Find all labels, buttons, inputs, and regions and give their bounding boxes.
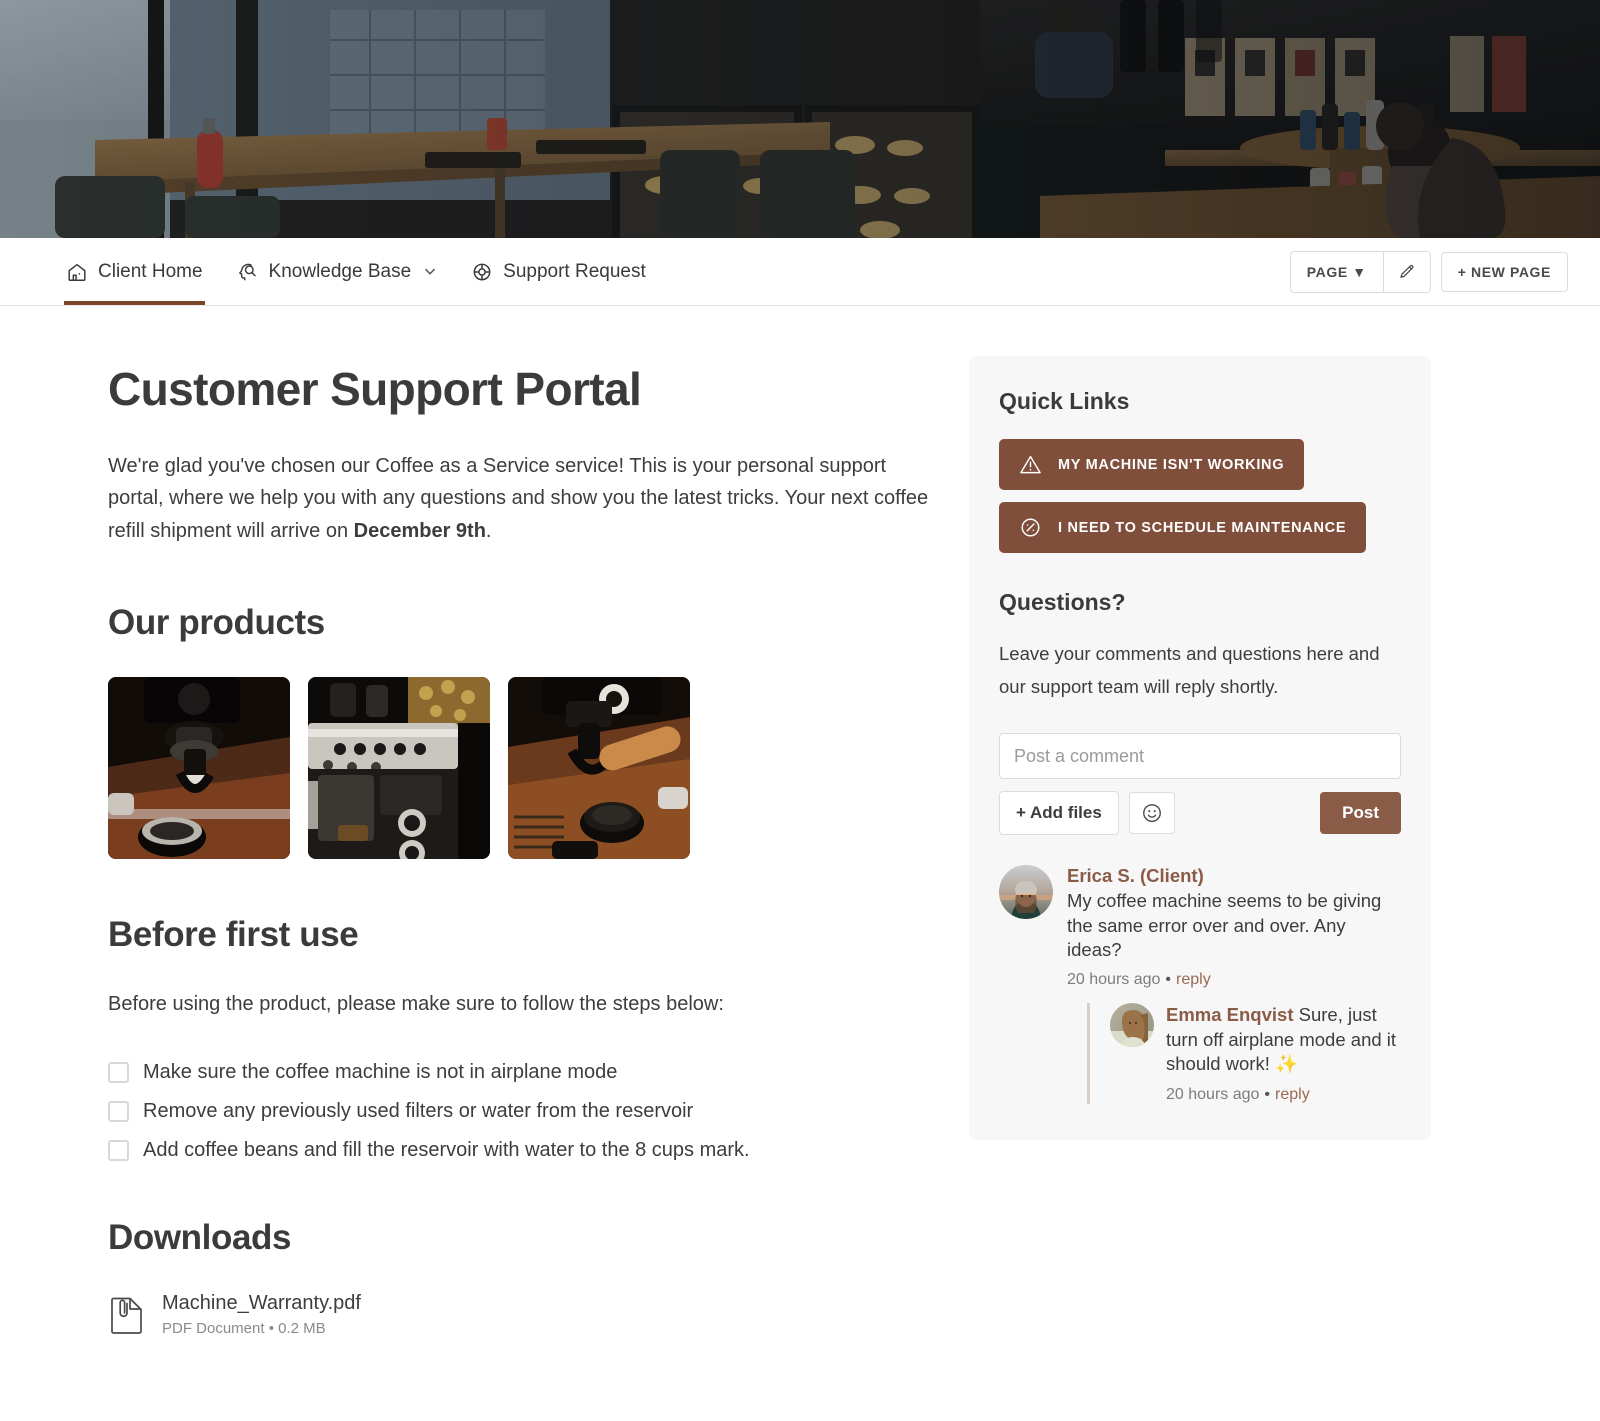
checklist-item[interactable]: Add coffee beans and fill the reservoir … <box>108 1139 940 1162</box>
reply-body: Emma Enqvist Sure, just turn off airplan… <box>1166 1003 1401 1103</box>
checklist-item-label: Make sure the coffee machine is not in a… <box>143 1061 618 1084</box>
reply-timestamp: 20 hours ago <box>1166 1085 1260 1103</box>
quick-links-title: Quick Links <box>999 388 1130 414</box>
sidebar-column: Quick Links MY MACHINE ISN'T WORKING I N… <box>940 306 1460 1140</box>
intro-shipment-date: December 9th <box>353 519 486 542</box>
product-image-1[interactable] <box>108 677 290 860</box>
quick-link-schedule-maintenance[interactable]: I NEED TO SCHEDULE MAINTENANCE <box>999 502 1367 553</box>
espresso-portafilter-photo <box>108 677 290 860</box>
checklist-item[interactable]: Remove any previously used filters or wa… <box>108 1100 940 1123</box>
nav-item-client-home[interactable]: Client Home <box>64 238 205 305</box>
sidebar-card: Quick Links MY MACHINE ISN'T WORKING I N… <box>969 356 1431 1140</box>
sparkles-emoji: ✨ <box>1275 1053 1299 1075</box>
avatar-emma <box>1110 1003 1154 1048</box>
products-heading: Our products <box>108 603 325 643</box>
download-file-meta: PDF Document • 0.2 MB <box>162 1320 326 1338</box>
page-button-group: PAGE ▼ <box>1289 250 1431 293</box>
avatar-erica <box>999 865 1053 920</box>
page-body: Customer Support Portal We're glad you'v… <box>0 306 1600 1337</box>
nav-label-knowledge-base: Knowledge Base <box>268 260 412 282</box>
avatar <box>999 865 1053 920</box>
quick-link-label: MY MACHINE ISN'T WORKING <box>1058 456 1285 473</box>
avatar <box>1110 1003 1154 1048</box>
questions-title: Questions? <box>999 589 1126 615</box>
espresso-machine-front-photo <box>308 677 490 860</box>
comment-text: My coffee machine seems to be giving the… <box>1067 890 1382 960</box>
pdf-file-icon <box>108 1293 146 1337</box>
page-dropdown-button[interactable]: PAGE ▼ <box>1289 250 1383 293</box>
quick-link-machine-not-working[interactable]: MY MACHINE ISN'T WORKING <box>999 439 1305 490</box>
comment-meta: 20 hours ago • reply <box>1067 971 1401 989</box>
gauge-icon <box>1019 516 1042 539</box>
checkbox[interactable] <box>108 1101 129 1123</box>
reply-author: Emma Enqvist <box>1166 1004 1294 1026</box>
download-item[interactable]: Machine_Warranty.pdf PDF Document • 0.2 … <box>108 1292 940 1337</box>
reply-text: Emma Enqvist Sure, just turn off airplan… <box>1166 1003 1401 1076</box>
comment-item: Erica S. (Client) My coffee machine seem… <box>999 865 1401 1104</box>
before-first-use-heading: Before first use <box>108 915 359 955</box>
hero-banner <box>0 0 1600 238</box>
top-navigation-bar: Client Home Knowledge Base Support Reque… <box>0 238 1600 306</box>
checklist-item[interactable]: Make sure the coffee machine is not in a… <box>108 1061 940 1084</box>
page-title: Customer Support Portal <box>108 363 642 415</box>
chevron-down-icon[interactable] <box>423 265 437 279</box>
product-image-3[interactable] <box>508 677 690 860</box>
comment-body: Erica S. (Client) My coffee machine seem… <box>1067 865 1401 1104</box>
reply-meta: 20 hours ago • reply <box>1166 1086 1401 1104</box>
download-info: Machine_Warranty.pdf PDF Document • 0.2 … <box>162 1292 361 1337</box>
comment-replies: Emma Enqvist Sure, just turn off airplan… <box>1087 1003 1401 1104</box>
comment-thread: Erica S. (Client) My coffee machine seem… <box>999 865 1401 1104</box>
post-comment-button[interactable]: Post <box>1320 792 1401 835</box>
intro-paragraph: We're glad you've chosen our Coffee as a… <box>108 450 940 547</box>
quick-link-label: I NEED TO SCHEDULE MAINTENANCE <box>1058 519 1347 536</box>
reply-link[interactable]: reply <box>1275 1086 1310 1103</box>
checklist: Make sure the coffee machine is not in a… <box>108 1061 940 1162</box>
nav-item-knowledge-base[interactable]: Knowledge Base <box>235 238 440 305</box>
knowledge-icon <box>237 261 259 283</box>
checkbox[interactable] <box>108 1140 129 1162</box>
product-image-gallery <box>108 677 940 860</box>
emoji-picker-button[interactable] <box>1128 792 1175 835</box>
nav-label-client-home: Client Home <box>98 260 203 282</box>
comment-input[interactable] <box>999 733 1401 780</box>
lifebuoy-icon <box>471 261 493 283</box>
home-icon <box>66 261 88 283</box>
checkbox[interactable] <box>108 1062 129 1084</box>
warning-triangle-icon <box>1019 453 1042 476</box>
smiley-icon <box>1141 802 1163 824</box>
meta-separator: • <box>1165 971 1172 989</box>
download-file-name: Machine_Warranty.pdf <box>162 1292 361 1315</box>
product-image-2[interactable] <box>308 677 490 860</box>
nav-actions: PAGE ▼ + NEW PAGE <box>1289 250 1568 293</box>
new-page-button[interactable]: + NEW PAGE <box>1440 251 1568 292</box>
pencil-icon <box>1398 263 1416 281</box>
intro-text-part2: . <box>485 519 492 542</box>
add-files-button[interactable]: + Add files <box>999 791 1119 836</box>
espresso-tamper-photo <box>508 677 690 860</box>
hero-image <box>0 0 1600 238</box>
nav-items: Client Home Knowledge Base Support Reque… <box>64 238 648 305</box>
comment-timestamp: 20 hours ago <box>1067 971 1161 989</box>
main-content: Customer Support Portal We're glad you'v… <box>0 306 940 1337</box>
comment-actions: + Add files Post <box>999 791 1401 836</box>
reply-link[interactable]: reply <box>1176 971 1211 988</box>
meta-separator: • <box>1264 1085 1271 1103</box>
nav-item-support-request[interactable]: Support Request <box>469 238 648 305</box>
reply-item: Emma Enqvist Sure, just turn off airplan… <box>1110 1003 1401 1103</box>
questions-text: Leave your comments and questions here a… <box>999 643 1380 697</box>
before-first-use-lead: Before using the product, please make su… <box>108 993 724 1016</box>
checklist-item-label: Add coffee beans and fill the reservoir … <box>143 1139 750 1162</box>
intro-text-part1: We're glad you've chosen our Coffee as a… <box>108 455 929 542</box>
comment-author: Erica S. (Client) <box>1067 865 1204 887</box>
nav-label-support-request: Support Request <box>503 260 646 282</box>
edit-page-button[interactable] <box>1382 250 1431 293</box>
checklist-item-label: Remove any previously used filters or wa… <box>143 1100 694 1123</box>
downloads-heading: Downloads <box>108 1218 292 1258</box>
